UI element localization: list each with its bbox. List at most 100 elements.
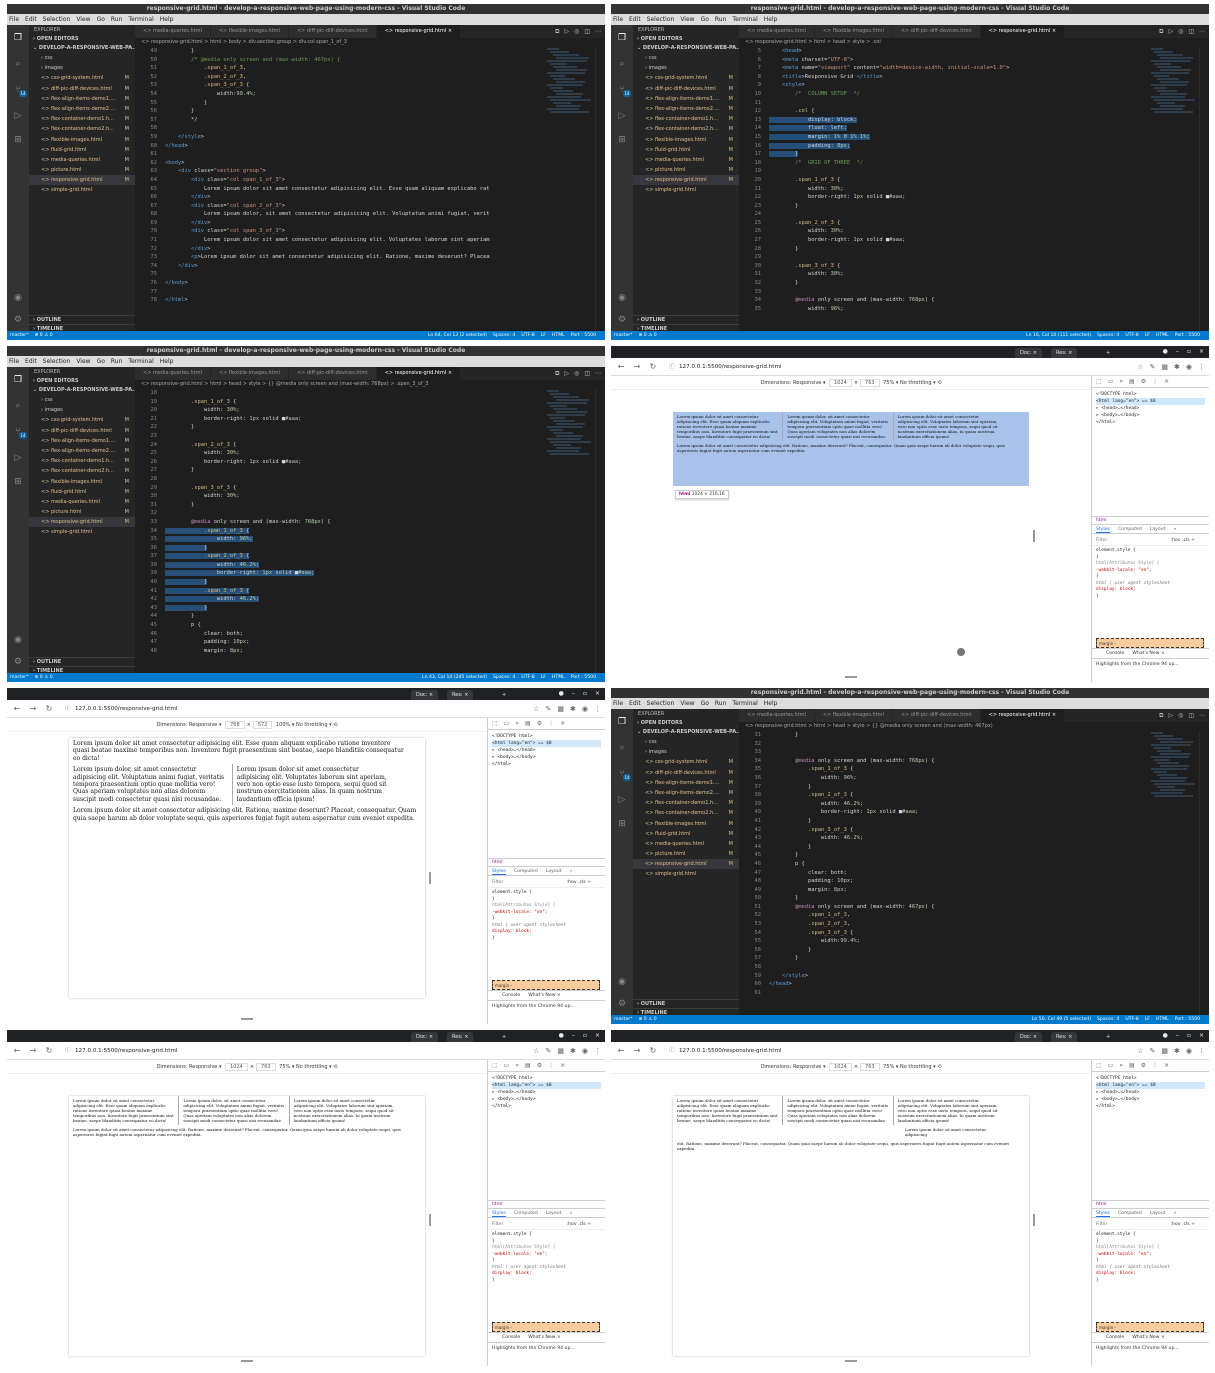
device-toggle-icon[interactable]: ▭ (504, 720, 510, 727)
status-item[interactable]: Spaces: 4 (1097, 1017, 1119, 1022)
profile-icon[interactable]: ● (559, 1032, 564, 1039)
code-editor[interactable]: 18 19 20 21 22 23 24 25 26 27 28 29 30 31 32 33 34 35 36 37… (135, 389, 545, 673)
minimize-icon[interactable]: – (572, 1032, 575, 1039)
zoom-select[interactable]: 75% ▾ (278, 1064, 296, 1070)
explorer-file[interactable]: <> flexible-images.html M (29, 135, 135, 145)
menu-item-help[interactable]: Help (160, 16, 174, 23)
new-tab-button[interactable]: + (497, 1032, 511, 1042)
dom-tree[interactable]: <!DOCTYPE html> <html lang="en"> == $0 ▸ … (488, 730, 605, 771)
dom-html-close[interactable]: </html> (492, 1103, 601, 1110)
menu-item-view[interactable]: View (76, 16, 90, 23)
panels-more-icon[interactable]: » (515, 1062, 519, 1069)
editor-tab[interactable]: <> diff-pic-diff-devices.html (288, 25, 377, 38)
dom-html-node[interactable]: <html lang="en"> == $0 (1096, 398, 1205, 405)
eyedropper-icon[interactable]: ✎ (1150, 1047, 1156, 1055)
files-icon[interactable]: ❐ (617, 33, 627, 43)
explorer-file[interactable]: <> css-grid-system.html M (29, 73, 135, 83)
explorer-file[interactable]: <> css-grid-system.html M (29, 415, 135, 425)
explorer-folder[interactable]: › images (29, 63, 135, 73)
account-icon[interactable]: ◉ (582, 705, 588, 713)
dom-doctype[interactable]: <!DOCTYPE html> (492, 1075, 601, 1082)
menu-item-run[interactable]: Run (111, 358, 123, 365)
browser-tab[interactable]: Res: × (447, 1032, 474, 1042)
status-item[interactable]: Spaces: 4 (493, 675, 515, 680)
throttling-select[interactable]: No throttling ▾ (296, 722, 333, 728)
status-item[interactable]: UTF-8 (1125, 333, 1138, 338)
dom-head-node[interactable]: ▸ <head>…</head> (1096, 405, 1205, 412)
dom-html-node[interactable]: <html lang="en"> == $0 (1096, 1082, 1205, 1089)
explorer-file[interactable]: <> simple-grid.html (633, 869, 739, 879)
account-icon[interactable]: ◉ (13, 635, 23, 645)
status-item[interactable]: Port : 5500 (1175, 333, 1200, 338)
browser-tab[interactable]: Doc: × (1015, 1032, 1043, 1042)
drawer-tab[interactable]: Console (502, 1335, 520, 1340)
rotate-icon[interactable]: ⟲ (937, 380, 941, 386)
run-icon[interactable]: ▷ (564, 370, 569, 377)
more-actions-icon[interactable]: ⋯ (1199, 28, 1205, 35)
explorer-folder[interactable]: › images (29, 405, 135, 415)
viewport-resize-handle-bottom[interactable] (845, 676, 857, 678)
reload-icon[interactable]: ↻ (43, 703, 55, 715)
status-item[interactable]: master* (614, 333, 633, 338)
styles-tab[interactable]: Layout (1150, 1211, 1166, 1216)
dom-breadcrumb[interactable]: html (1092, 1200, 1209, 1208)
inspect-icon[interactable]: ⬚ (1096, 1062, 1102, 1069)
explorer-file[interactable]: <> flex-align-items-demo2.... M (29, 446, 135, 456)
forward-icon[interactable]: → (631, 1045, 643, 1057)
status-item[interactable]: Port : 5500 (571, 333, 596, 338)
explorer-file[interactable]: <> media-queries.html M (633, 839, 739, 849)
style-rule-close[interactable]: } (1096, 1278, 1205, 1285)
status-item[interactable]: ⊗ 0 ⚠ 0 (35, 333, 53, 338)
menu-item-go[interactable]: Go (97, 16, 105, 23)
go-live-icon[interactable]: ◎ (1178, 712, 1183, 719)
status-item[interactable]: HTML (1156, 1017, 1169, 1022)
zoom-select[interactable]: 75% ▾ (882, 380, 900, 386)
dom-html-close[interactable]: </html> (1096, 1103, 1205, 1110)
info-icon[interactable]: ⓘ (65, 703, 71, 715)
status-item[interactable]: master* (614, 1017, 633, 1022)
explorer-file[interactable]: <> media-queries.html M (29, 155, 135, 165)
messages-icon[interactable]: ▤ (525, 1062, 531, 1069)
more-icon[interactable]: ⋮ (548, 720, 554, 727)
menu-icon[interactable]: ⋮ (1198, 1047, 1205, 1055)
run-debug-icon[interactable]: ▷ (617, 111, 627, 121)
explorer-file[interactable]: <> flexible-images.html M (29, 477, 135, 487)
explorer-file[interactable]: <> flex-container-demo2.h... M (633, 124, 739, 134)
explorer-file[interactable]: <> flex-container-demo1.h... M (633, 798, 739, 808)
profile-icon[interactable]: ● (1163, 1032, 1168, 1039)
menu-item-view[interactable]: View (76, 358, 90, 365)
menu-item-file[interactable]: File (9, 16, 19, 23)
eyedropper-icon[interactable]: ✎ (546, 705, 552, 713)
zoom-select[interactable]: 75% ▾ (882, 1064, 900, 1070)
reload-icon[interactable]: ↻ (43, 1045, 55, 1057)
settings-gear-icon[interactable]: ⚙ (537, 720, 542, 727)
account-icon[interactable]: ◉ (617, 977, 627, 987)
status-item[interactable]: UTF-8 (1125, 1017, 1138, 1022)
inspect-icon[interactable]: ⬚ (492, 1062, 498, 1069)
status-item[interactable]: Port : 5500 (1175, 1017, 1200, 1022)
explorer-folder[interactable]: › css (29, 395, 135, 405)
styles-tab[interactable]: Computed (514, 869, 538, 874)
viewport-height-input[interactable]: 763 (860, 1063, 880, 1071)
new-tab-button[interactable]: + (1101, 1032, 1115, 1042)
viewport-height-input[interactable]: 763 (860, 379, 880, 387)
inspect-icon[interactable]: ⬚ (1096, 378, 1102, 385)
timeline-section[interactable]: › TIMELINE (29, 666, 135, 673)
status-item[interactable]: Spaces: 4 (1097, 333, 1119, 338)
bookmark-star-icon[interactable]: ☆ (1137, 363, 1143, 371)
viewport-height-input[interactable]: 763 (256, 1063, 276, 1071)
status-item[interactable]: LF (1145, 333, 1150, 338)
open-editors-section[interactable]: › OPEN EDITORS (29, 35, 135, 44)
minimize-icon[interactable]: – (1176, 348, 1179, 355)
forward-icon[interactable]: → (631, 361, 643, 373)
dom-html-close[interactable]: </html> (492, 761, 601, 768)
account-icon[interactable]: ◉ (13, 293, 23, 303)
viewport-height-input[interactable]: 572 (252, 721, 273, 729)
explorer-file[interactable]: <> diff-pic-diff-devices.html M (633, 84, 739, 94)
settings-gear-icon[interactable]: ⚙ (13, 657, 23, 667)
dom-tree[interactable]: <!DOCTYPE html> <html lang="en"> == $0 ▸ … (488, 1072, 605, 1113)
bookmark-star-icon[interactable]: ☆ (1137, 1047, 1143, 1055)
open-editors-section[interactable]: › OPEN EDITORS (633, 35, 739, 44)
profile-icon[interactable]: ● (559, 690, 564, 697)
style-rule-close[interactable]: } (492, 936, 601, 943)
